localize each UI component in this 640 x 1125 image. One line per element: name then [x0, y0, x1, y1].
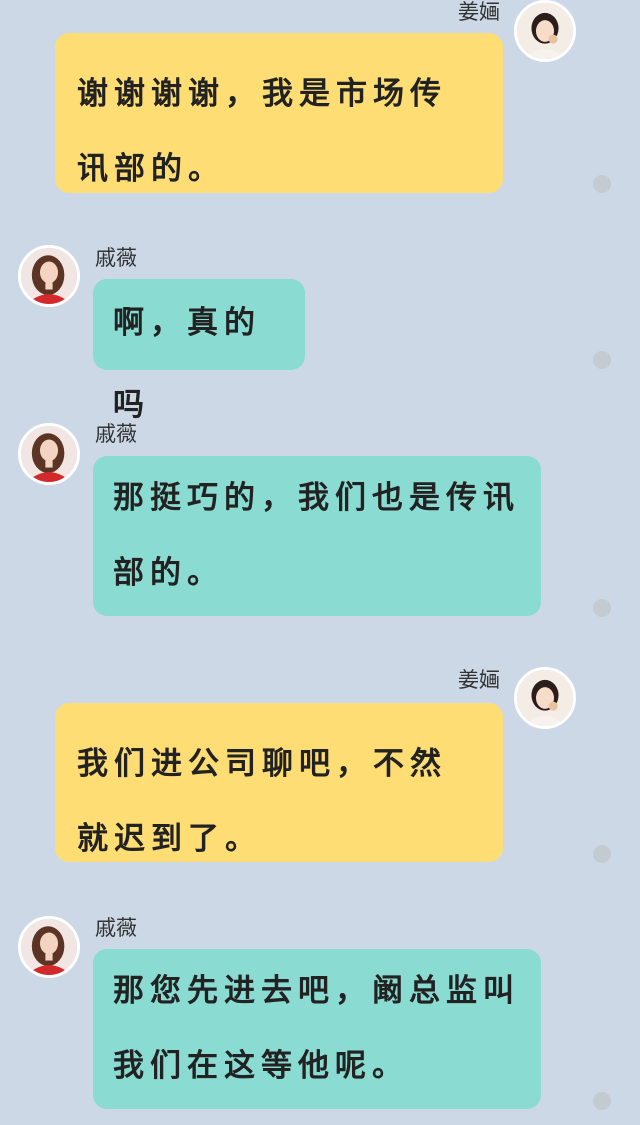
message-bubble[interactable]: 啊，真的吗 — [93, 279, 305, 423]
message-bubble[interactable]: 我们进公司聊吧，不然就迟到了。 — [55, 703, 503, 862]
message-bubble[interactable]: 那挺巧的，我们也是传讯部的。 — [93, 456, 541, 616]
woman-avatar-icon[interactable] — [18, 245, 80, 307]
sender-name: 戚薇 — [95, 422, 137, 446]
sender-name: 姜婳 — [458, 668, 500, 692]
read-status-dot — [593, 175, 611, 193]
woman-avatar-icon[interactable] — [18, 423, 80, 485]
read-status-dot — [593, 599, 611, 617]
read-status-dot — [593, 1092, 611, 1110]
sender-name: 戚薇 — [95, 246, 137, 270]
sender-name: 姜婳 — [458, 0, 500, 24]
message-bubble[interactable]: 那您先进去吧，阚总监叫我们在这等他呢。 — [93, 949, 541, 1109]
sender-name: 戚薇 — [95, 916, 137, 940]
woman-avatar-icon[interactable] — [514, 667, 576, 729]
woman-avatar-icon[interactable] — [18, 916, 80, 978]
message-bubble[interactable]: 谢谢谢谢，我是市场传讯部的。 — [55, 33, 503, 193]
woman-avatar-icon[interactable] — [514, 0, 576, 62]
read-status-dot — [593, 845, 611, 863]
read-status-dot — [593, 351, 611, 369]
